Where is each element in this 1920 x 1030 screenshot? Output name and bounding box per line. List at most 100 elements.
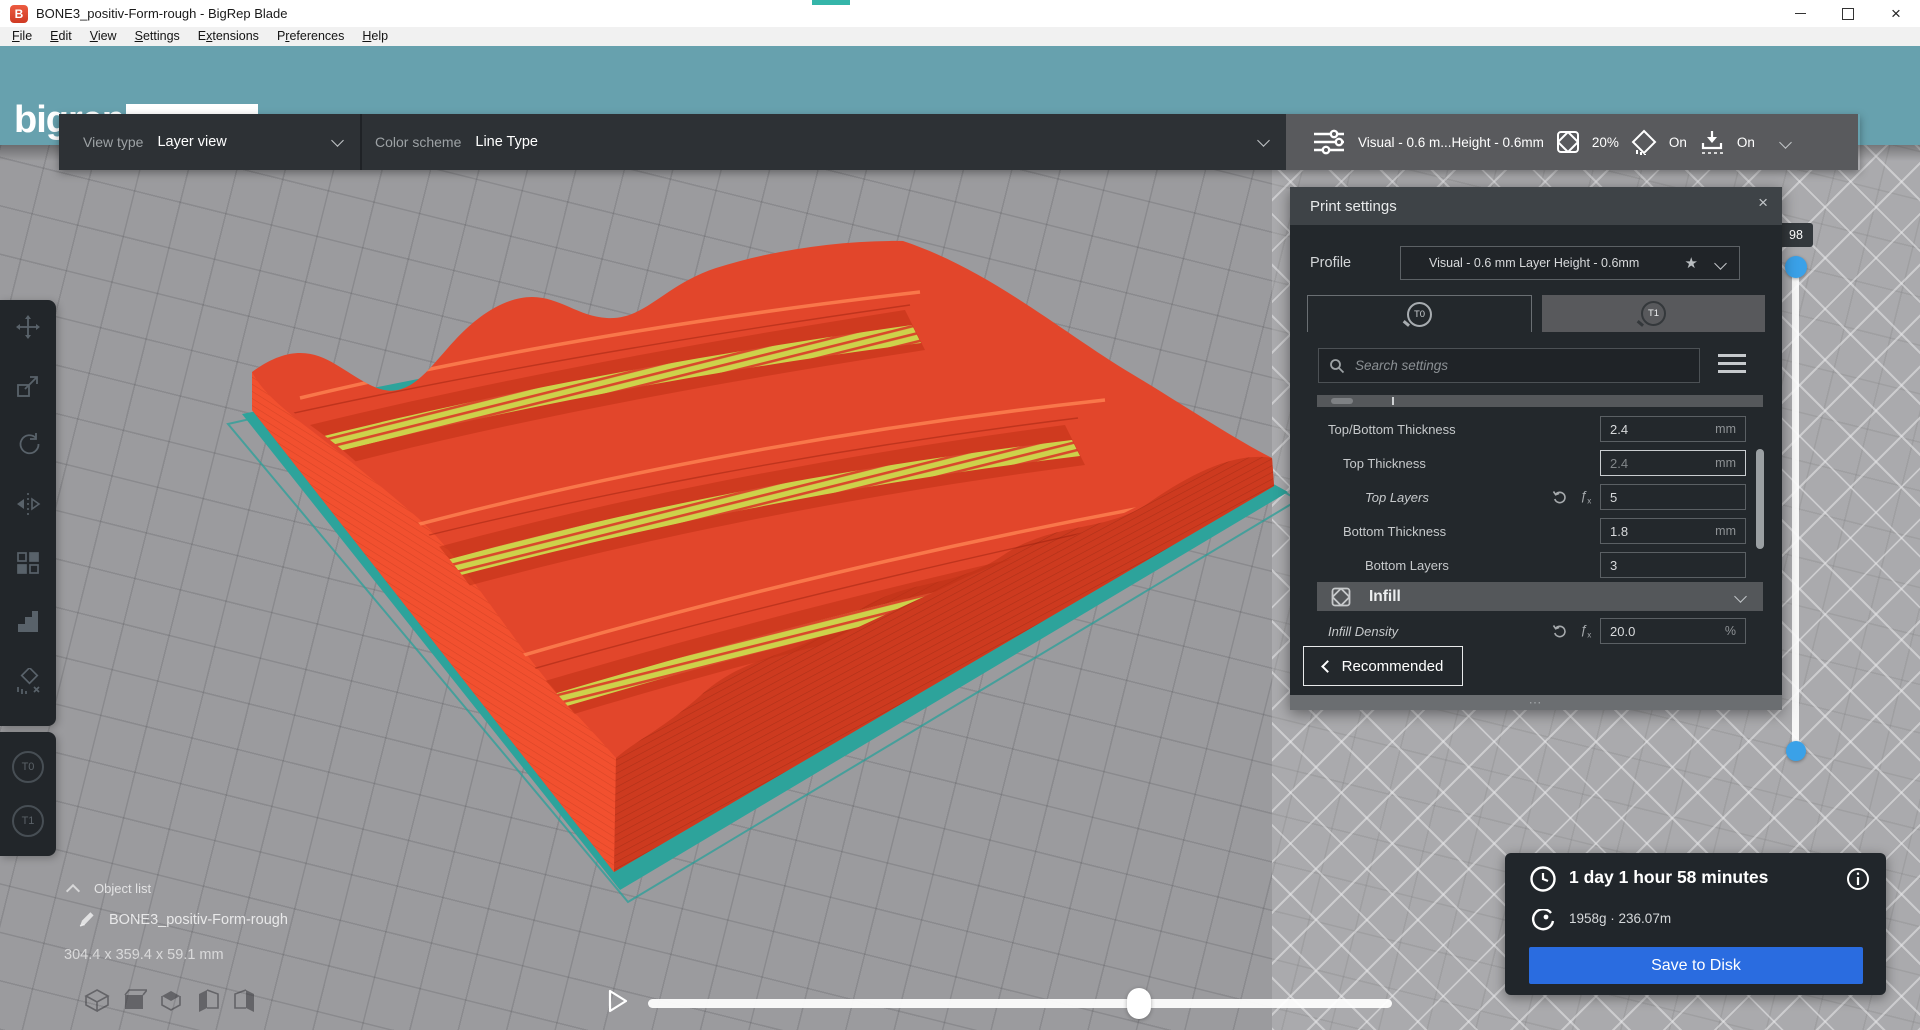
search-icon (1329, 358, 1345, 374)
extruder-t0-icon: T0 (1407, 302, 1432, 327)
color-scheme-label: Color scheme (375, 134, 461, 150)
settings-scrollbar[interactable] (1756, 449, 1764, 549)
profile-value: Visual - 0.6 mm Layer Height - 0.6mm (1429, 256, 1685, 270)
menu-item-edit[interactable]: Edit (41, 27, 81, 46)
view-type-dropdown[interactable]: View type Layer view (59, 114, 360, 170)
category-label: Infill (1369, 588, 1401, 606)
panel-title: Print settings (1310, 198, 1397, 215)
setting-input[interactable]: 3 (1600, 552, 1746, 578)
maximize-button[interactable] (1824, 0, 1872, 27)
color-scheme-value: Line Type (475, 134, 538, 150)
infill-icon (1556, 130, 1580, 154)
menu-item-settings[interactable]: Settings (126, 27, 189, 46)
per-model-settings-icon[interactable] (15, 550, 41, 576)
close-icon[interactable]: × (1758, 193, 1768, 213)
setting-input[interactable]: 1.8 mm (1600, 518, 1746, 544)
info-icon[interactable] (1846, 867, 1870, 891)
panel-resize-handle[interactable]: ⋯ (1290, 695, 1782, 710)
view-top-icon[interactable] (158, 988, 184, 1012)
menu-item-file[interactable]: File (3, 27, 41, 46)
sliders-icon (1312, 129, 1346, 155)
object-name: BONE3_positiv-Form-rough (109, 912, 288, 928)
setting-row: Top Thickness 2.4 mm (1290, 446, 1763, 480)
chevron-down-icon (1714, 257, 1727, 270)
setting-label: Top/Bottom Thickness (1328, 422, 1456, 437)
extruder-t0-label: T0 (22, 761, 35, 773)
chevron-up-icon (66, 883, 80, 897)
setting-input[interactable]: 5 (1600, 484, 1746, 510)
setting-row: Top Layers ƒx 5 (1290, 480, 1763, 514)
ellipsis-icon: ⋯ (1529, 700, 1544, 706)
print-settings-summary-button[interactable]: Visual - 0.6 m...Height - 0.6mm 20% On O… (1286, 114, 1858, 170)
object-list-toggle[interactable]: Object list (68, 881, 151, 896)
setting-input[interactable]: 20.0 % (1600, 618, 1746, 644)
tab-extruder-t0[interactable]: T0 (1307, 295, 1532, 332)
material-spool-icon (1531, 909, 1555, 933)
notification-strip (812, 0, 850, 5)
layer-slider-bottom-handle[interactable] (1786, 741, 1806, 761)
simulation-slider-track[interactable] (648, 999, 1392, 1008)
infill-value: 20% (1592, 135, 1619, 150)
support-blocker-icon[interactable] (15, 609, 41, 635)
menu-item-help[interactable]: Help (353, 27, 397, 46)
simulation-slider-handle[interactable] (1127, 988, 1151, 1019)
adhesion-value: On (1737, 135, 1755, 150)
view-type-value: Layer view (157, 134, 226, 150)
layer-slider-top-handle[interactable] (1785, 256, 1807, 278)
object-dimensions: 304.4 x 359.4 x 59.1 mm (64, 947, 224, 963)
view-3d-icon[interactable] (84, 988, 110, 1012)
preview-toolbar: View type Layer view Color scheme Line T… (59, 114, 1860, 170)
support-value: On (1669, 135, 1687, 150)
chevron-down-icon (331, 134, 344, 147)
chevron-down-icon (1257, 134, 1270, 147)
settings-search-box[interactable] (1318, 348, 1700, 383)
revert-icon[interactable] (1552, 489, 1568, 505)
rotate-tool-icon[interactable] (15, 432, 41, 458)
minimize-button[interactable] (1776, 0, 1824, 27)
revert-icon[interactable] (1552, 623, 1568, 639)
menu-item-preferences[interactable]: Preferences (268, 27, 353, 46)
play-button[interactable] (604, 988, 630, 1014)
profile-dropdown[interactable]: Visual - 0.6 mm Layer Height - 0.6mm ★ (1400, 246, 1740, 280)
view-right-icon[interactable] (232, 988, 258, 1012)
custom-supports-icon[interactable] (15, 668, 41, 694)
layer-slider-track[interactable] (1792, 258, 1799, 758)
settings-menu-icon[interactable] (1718, 354, 1746, 373)
function-icon[interactable]: ƒx (1580, 622, 1591, 640)
save-to-disk-button[interactable]: Save to Disk (1529, 947, 1863, 984)
tab-extruder-t1[interactable]: T1 (1542, 295, 1765, 332)
star-icon[interactable]: ★ (1685, 254, 1698, 272)
view-left-icon[interactable] (195, 988, 221, 1012)
scale-tool-icon[interactable] (15, 373, 41, 399)
tools-sidebar (0, 300, 56, 726)
print-settings-panel: Print settings × Profile Visual - 0.6 mm… (1290, 187, 1782, 710)
recommended-button[interactable]: Recommended (1303, 646, 1463, 686)
menu-item-extensions[interactable]: Extensions (189, 27, 268, 46)
menu-bar: FileEditViewSettingsExtensionsPreference… (0, 27, 1920, 46)
close-icon: × (1891, 0, 1901, 27)
adhesion-icon (1699, 129, 1725, 155)
view-front-icon[interactable] (121, 988, 147, 1012)
layer-number-badge: 98 (1779, 223, 1813, 247)
category-header-infill[interactable]: Infill (1317, 582, 1763, 611)
function-icon[interactable]: ƒx (1580, 488, 1591, 506)
search-input[interactable] (1353, 357, 1699, 374)
extruder-t0-button[interactable]: T0 (12, 751, 44, 783)
setting-input-focused[interactable]: 2.4 mm (1600, 450, 1746, 476)
chevron-down-icon (1734, 590, 1747, 603)
extruder-t1-button[interactable]: T1 (12, 805, 44, 837)
object-list-label: Object list (94, 881, 151, 896)
color-scheme-dropdown[interactable]: Color scheme Line Type (360, 114, 1286, 170)
print-job-stats-card: 1 day 1 hour 58 minutes 1958g · 236.07m … (1505, 853, 1886, 995)
minimize-icon (1795, 13, 1806, 14)
chevron-left-icon (1321, 660, 1334, 673)
object-list-item[interactable]: BONE3_positiv-Form-rough (78, 911, 288, 928)
maximize-icon (1842, 8, 1854, 20)
setting-label: Bottom Layers (1365, 558, 1449, 573)
close-button[interactable]: × (1872, 0, 1920, 27)
setting-input[interactable]: 2.4 mm (1600, 416, 1746, 442)
move-tool-icon[interactable] (15, 314, 41, 340)
setting-label: Top Layers (1365, 490, 1429, 505)
menu-item-view[interactable]: View (81, 27, 126, 46)
mirror-tool-icon[interactable] (15, 491, 41, 517)
